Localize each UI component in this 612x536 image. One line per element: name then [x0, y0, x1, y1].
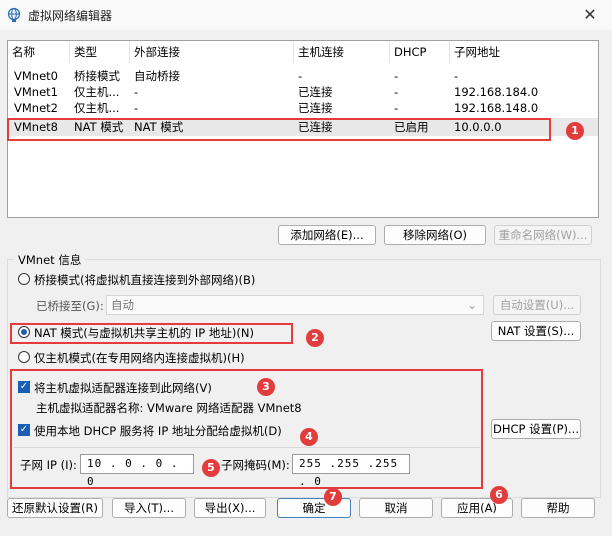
col-header-host[interactable]: 主机连接 — [294, 41, 390, 63]
annotation-badge-4: 4 — [300, 428, 318, 446]
annotation-box-nat — [10, 323, 293, 344]
chevron-down-icon: ⌄ — [467, 298, 477, 312]
col-header-subnet[interactable]: 子网地址 — [450, 41, 598, 63]
close-button[interactable]: ✕ — [578, 4, 602, 26]
cell-type: 仅主机... — [74, 85, 120, 99]
remove-network-button[interactable]: 移除网络(O) — [384, 225, 486, 245]
rename-network-button[interactable]: 重命名网络(W)... — [494, 225, 592, 245]
cell-dhcp: - — [394, 69, 399, 83]
cell-name: VMnet2 — [14, 101, 58, 115]
cell-type: 仅主机... — [74, 101, 120, 115]
bridge-mode-label[interactable]: 桥接模式(将虚拟机直接连接到外部网络)(B) — [34, 272, 255, 288]
adapter-name-text: 主机虚拟适配器名称: VMware 网络适配器 VMnet8 — [36, 401, 302, 415]
annotation-box-vmnet8 — [7, 118, 551, 141]
cell-subnet: 192.168.184.0 — [454, 85, 539, 99]
cell-dhcp: - — [394, 85, 399, 99]
subnet-ip-label: 子网 IP (I): — [20, 458, 77, 472]
table-row[interactable]: VMnet2 仅主机... - 已连接 - 192.168.148.0 — [8, 100, 598, 116]
bridged-to-select[interactable]: 自动 ⌄ — [106, 295, 484, 315]
group-title: VMnet 信息 — [14, 252, 86, 268]
col-header-name[interactable]: 名称 — [8, 41, 70, 63]
subnet-ip-input[interactable]: 10 . 0 . 0 . 0 — [80, 454, 194, 488]
nat-settings-button[interactable]: NAT 设置(S)... — [491, 321, 581, 341]
cell-external: 自动桥接 — [134, 69, 180, 83]
connect-adapter-label[interactable]: 将主机虚拟适配器连接到此网络(V) — [34, 380, 212, 396]
table-row[interactable]: VMnet1 仅主机... - 已连接 - 192.168.184.0 — [8, 84, 598, 100]
cell-external: - — [134, 85, 139, 99]
annotation-badge-6: 6 — [490, 486, 508, 504]
cell-host: 已连接 — [298, 85, 333, 99]
cell-subnet: - — [454, 69, 459, 83]
import-button[interactable]: 导入(T)... — [112, 498, 186, 518]
col-header-external[interactable]: 外部连接 — [130, 41, 294, 63]
cell-subnet: 192.168.148.0 — [454, 101, 539, 115]
divider — [14, 447, 480, 448]
add-network-button[interactable]: 添加网络(E)... — [278, 225, 376, 245]
restore-defaults-button[interactable]: 还原默认设置(R) — [7, 498, 103, 518]
col-header-type[interactable]: 类型 — [70, 41, 130, 63]
table-row[interactable]: VMnet0 桥接模式 自动桥接 - - - — [8, 68, 598, 84]
window-title: 虚拟网络编辑器 — [28, 9, 113, 23]
hostonly-mode-label[interactable]: 仅主机模式(在专用网络内连接虚拟机)(H) — [34, 350, 245, 366]
subnet-mask-label: 子网掩码(M): — [221, 458, 290, 472]
cancel-button[interactable]: 取消 — [359, 498, 433, 518]
cell-host: 已连接 — [298, 101, 333, 115]
export-button[interactable]: 导出(X)... — [194, 498, 266, 518]
help-button[interactable]: 帮助 — [521, 498, 595, 518]
cell-name: VMnet1 — [14, 85, 58, 99]
dhcp-settings-button[interactable]: DHCP 设置(P)... — [491, 419, 581, 439]
connect-adapter-checkbox[interactable]: ✓ — [18, 381, 30, 393]
bridged-to-label: 已桥接至(G): — [36, 299, 104, 313]
use-dhcp-checkbox[interactable]: ✓ — [18, 424, 30, 436]
annotation-badge-7: 7 — [324, 488, 342, 506]
annotation-badge-3: 3 — [257, 378, 275, 396]
cell-external: - — [134, 101, 139, 115]
cell-dhcp: - — [394, 101, 399, 115]
annotation-badge-2: 2 — [306, 329, 324, 347]
cell-type: 桥接模式 — [74, 69, 120, 83]
cell-host: - — [298, 69, 303, 83]
hostonly-mode-radio[interactable] — [18, 351, 30, 363]
col-header-dhcp[interactable]: DHCP — [390, 41, 450, 63]
bridge-mode-radio[interactable] — [18, 273, 30, 285]
annotation-badge-1: 1 — [566, 122, 584, 140]
network-globe-icon — [7, 7, 21, 22]
cell-name: VMnet0 — [14, 69, 58, 83]
bridged-to-value: 自动 — [111, 298, 134, 312]
annotation-badge-5: 5 — [202, 459, 220, 477]
subnet-mask-input[interactable]: 255 .255 .255 . 0 — [292, 454, 410, 488]
use-dhcp-label[interactable]: 使用本地 DHCP 服务将 IP 地址分配给虚拟机(D) — [34, 423, 282, 439]
auto-settings-button[interactable]: 自动设置(U)... — [493, 295, 581, 315]
